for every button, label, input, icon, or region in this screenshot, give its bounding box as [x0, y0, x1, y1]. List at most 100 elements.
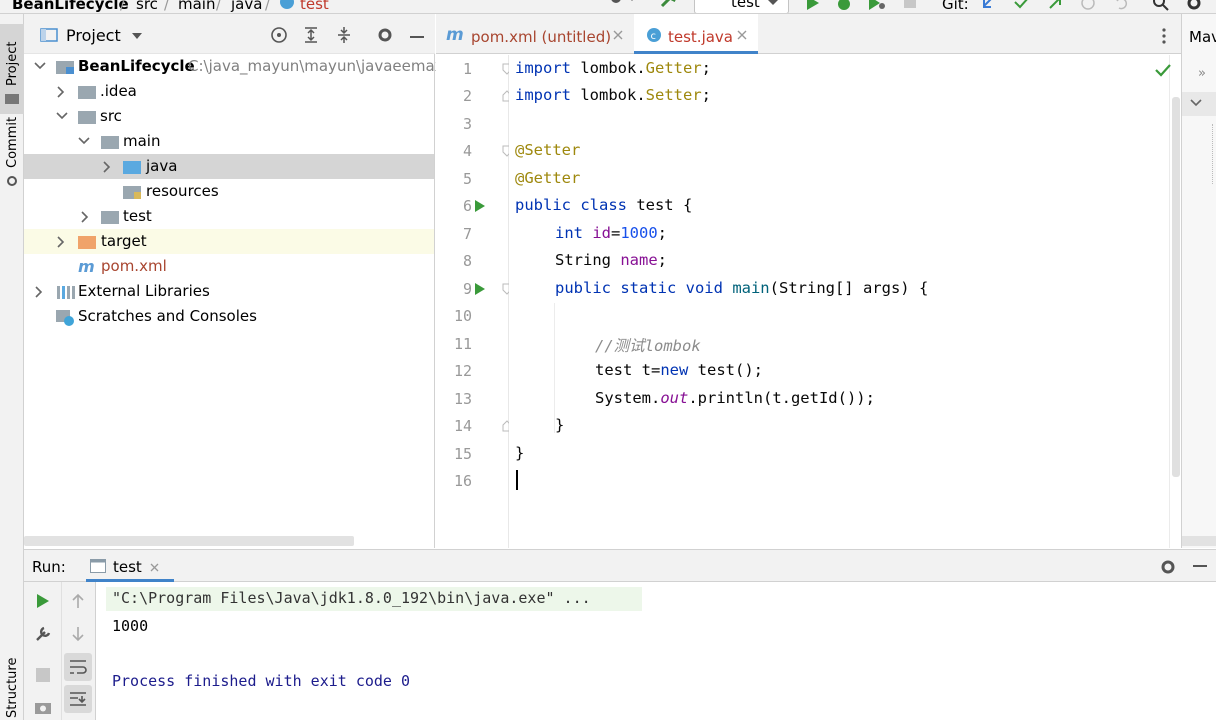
soft-wrap-toggle[interactable]: [64, 653, 92, 681]
code-line: @Getter: [515, 169, 581, 187]
maven-panel-title[interactable]: Mav: [1189, 28, 1216, 46]
structure-tool-tab[interactable]: Structure: [0, 644, 24, 720]
code-token: ;: [657, 224, 668, 242]
wrench-icon[interactable]: [34, 625, 52, 643]
history-icon[interactable]: [1080, 0, 1096, 11]
stop-icon[interactable]: [36, 668, 50, 682]
tree-node-external-libraries[interactable]: External Libraries: [24, 279, 434, 304]
collapse-all-icon[interactable]: [336, 26, 352, 44]
run-gutter-icon[interactable]: [474, 282, 486, 296]
chevron-right-icon[interactable]: [56, 236, 66, 248]
arrow-down-icon[interactable]: [71, 626, 85, 642]
tree-node-root[interactable]: BeanLifecycle C:\java_mayun\mayun\javaee…: [24, 54, 449, 79]
maven-panel: Mav »: [1181, 14, 1216, 548]
horizontal-scrollbar[interactable]: [24, 536, 354, 546]
code-token: =: [611, 224, 621, 242]
code-token: out: [660, 389, 689, 407]
minimize-icon[interactable]: [409, 36, 425, 40]
close-icon[interactable]: [150, 563, 159, 572]
user-icon[interactable]: [606, 0, 638, 8]
code-token: Setter: [645, 86, 702, 104]
run-icon[interactable]: [806, 0, 820, 10]
chevron-right-icon[interactable]: [56, 86, 66, 98]
class-icon: c: [646, 27, 662, 43]
locate-file-icon[interactable]: [270, 26, 288, 44]
tree-node-target[interactable]: target: [24, 229, 434, 254]
breadcrumb-separator: /: [265, 0, 271, 13]
code-token: .println(t.getId());: [688, 389, 875, 407]
root-project-name: BeanLifecycle: [78, 57, 195, 75]
code-line: String name;: [555, 251, 667, 269]
commit-tool-tab[interactable]: Commit: [0, 116, 24, 196]
rerun-icon[interactable]: [36, 593, 50, 609]
stop-icon[interactable]: [903, 0, 917, 10]
chevron-double-right-icon[interactable]: »: [1198, 66, 1206, 81]
debug-icon[interactable]: [836, 0, 852, 10]
scrollbar-thumb[interactable]: [1172, 97, 1180, 477]
settings-gear-icon[interactable]: [376, 26, 394, 44]
run-gutter-icon[interactable]: [474, 199, 486, 213]
run-config-dropdown[interactable]: test: [694, 0, 789, 13]
folder-icon: [101, 134, 121, 150]
tree-node-java[interactable]: java: [24, 154, 434, 179]
build-hammer-icon[interactable]: [660, 0, 678, 8]
breadcrumb-project[interactable]: BeanLifecycle: [12, 0, 129, 13]
code-editor[interactable]: import lombok.Getter; import lombok.Sett…: [509, 55, 1169, 548]
code-token: test {: [626, 196, 693, 214]
tree-node-label: resources: [146, 182, 219, 200]
git-commit-icon[interactable]: [1014, 0, 1030, 10]
line-number: 13: [453, 390, 472, 408]
line-numbers: 1 2 3 4 5 6 7 8 9 10 11 12 13 14 15 16: [436, 55, 512, 548]
tree-node-pom[interactable]: m pom.xml: [24, 254, 434, 279]
tree-node-idea[interactable]: .idea: [24, 79, 434, 104]
chevron-down-icon[interactable]: [1190, 98, 1202, 108]
rollback-icon[interactable]: [1113, 0, 1129, 11]
run-tab-test[interactable]: test: [86, 550, 174, 583]
project-panel-header: Project: [24, 14, 435, 54]
minimize-icon[interactable]: [1192, 565, 1208, 569]
breadcrumb-java[interactable]: java: [231, 0, 262, 13]
chevron-right-icon[interactable]: [80, 211, 90, 223]
git-update-icon[interactable]: [982, 0, 996, 10]
tree-node-src[interactable]: src: [24, 104, 434, 129]
breadcrumb-src[interactable]: src: [136, 0, 158, 13]
tree-node-test[interactable]: test: [24, 204, 434, 229]
tree-node-resources[interactable]: resources: [24, 179, 434, 204]
chevron-down-icon[interactable]: [131, 32, 143, 40]
tab-test-java[interactable]: c test.java: [634, 14, 758, 54]
coverage-icon[interactable]: [868, 0, 886, 10]
chevron-down-icon[interactable]: [34, 61, 46, 71]
code-line: }: [515, 444, 525, 462]
camera-icon[interactable]: [34, 699, 52, 715]
settings-gear-icon[interactable]: [1186, 0, 1202, 11]
search-icon[interactable]: [1152, 0, 1170, 11]
tree-node-scratches[interactable]: Scratches and Consoles: [24, 304, 434, 329]
console-output[interactable]: "C:\Program Files\Java\jdk1.8.0_192\bin\…: [96, 582, 1216, 720]
chevron-down-icon[interactable]: [56, 111, 68, 121]
more-options-icon[interactable]: [1162, 28, 1166, 44]
tab-pom-xml[interactable]: m pom.xml (untitled): [436, 14, 632, 54]
settings-gear-icon[interactable]: [1159, 558, 1177, 576]
breadcrumb-file[interactable]: test: [300, 0, 329, 13]
svg-text:c: c: [651, 31, 657, 42]
git-push-icon[interactable]: [1048, 0, 1062, 10]
close-icon[interactable]: [737, 30, 747, 40]
tree-node-main[interactable]: main: [24, 129, 434, 154]
inspection-ok-icon[interactable]: [1155, 63, 1171, 77]
code-line: //测试lombok: [595, 337, 701, 355]
chevron-right-icon[interactable]: [34, 286, 44, 298]
chevron-right-icon[interactable]: [102, 161, 112, 173]
breadcrumb-main[interactable]: main: [178, 0, 215, 13]
run-panel-toolbar: [24, 582, 96, 720]
project-panel-title[interactable]: Project: [66, 26, 121, 45]
project-tool-tab[interactable]: Project: [0, 24, 24, 114]
editor-vertical-scrollbar[interactable]: [1169, 55, 1181, 548]
close-icon[interactable]: [613, 30, 623, 40]
horizontal-scrollbar[interactable]: [1182, 536, 1216, 546]
scroll-to-end-toggle[interactable]: [64, 685, 92, 713]
chevron-down-icon[interactable]: [78, 136, 90, 146]
code-line: public static void main(String[] args) {: [555, 279, 928, 297]
arrow-up-icon[interactable]: [71, 593, 85, 609]
expand-all-icon[interactable]: [303, 26, 319, 44]
tree-node-label: java: [146, 157, 178, 175]
